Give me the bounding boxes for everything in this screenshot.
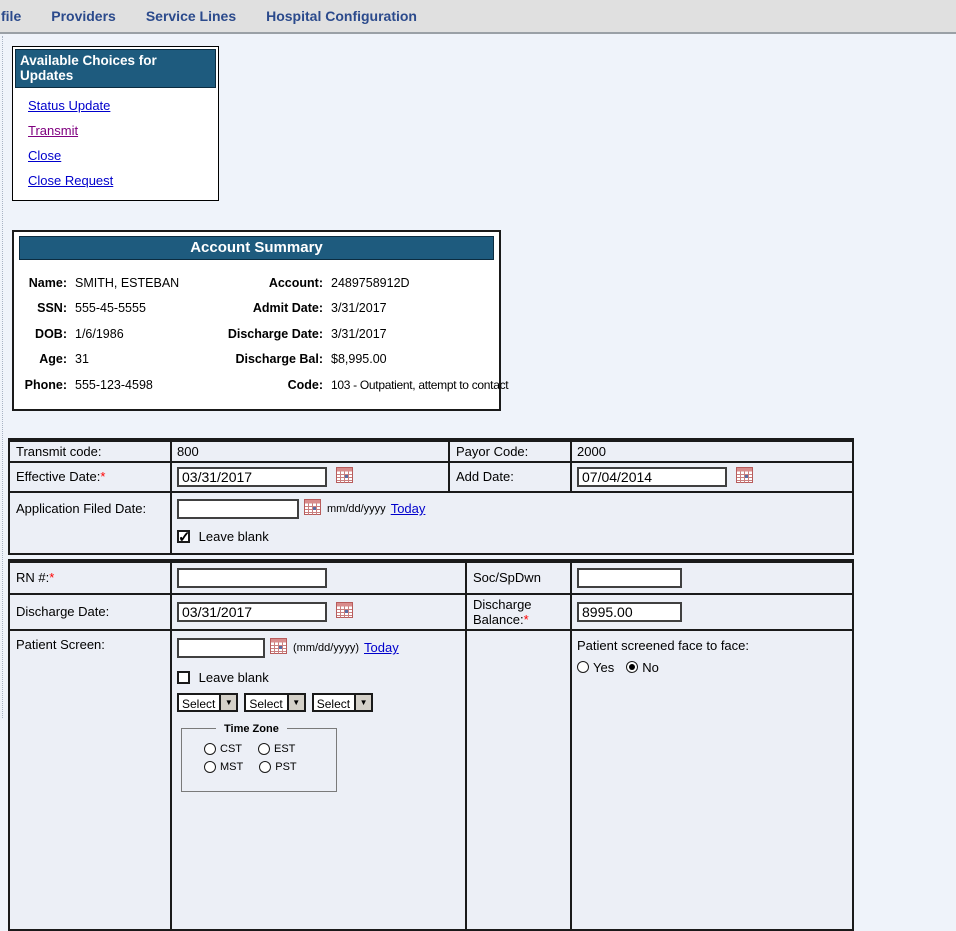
leave-blank-checkbox[interactable] [177,530,190,543]
top-nav: file Providers Service Lines Hospital Co… [0,0,956,34]
patient-detail-table: RN #:* Soc/SpDwn Discharge Date: Dischar… [8,559,854,931]
transmit-link[interactable]: Transmit [28,123,78,138]
face-to-face-label: Patient screened face to face: [577,636,847,653]
code-label: Code: [201,378,323,392]
date-format-hint: (mm/dd/yyyy) [293,642,359,654]
rn-number-input[interactable] [177,568,327,588]
patient-screen-date-input[interactable] [177,638,265,658]
time-zone-fieldset: Time Zone CST EST MST PST [181,723,337,792]
discharge-date-label: Discharge Date: [201,327,323,341]
status-update-link[interactable]: Status Update [28,98,110,113]
calendar-icon[interactable] [304,499,321,518]
discharge-date-field-label: Discharge Date: [9,594,171,630]
leave-blank-label: Leave blank [199,670,269,685]
timezone-label-est: EST [274,743,295,755]
discharge-date-input[interactable] [177,602,327,622]
effective-date-label: Effective Date:* [9,462,171,492]
dob-value: 1/6/1986 [75,327,193,341]
nav-item-hospital-configuration[interactable]: Hospital Configuration [266,8,417,24]
patient-screen-select-3[interactable]: Select ▼ [312,693,373,712]
application-filed-date-label: Application Filed Date: [9,492,171,554]
payor-code-label: Payor Code: [449,441,571,462]
chevron-down-icon: ▼ [287,695,304,710]
calendar-icon[interactable] [336,467,353,486]
age-value: 31 [75,352,193,366]
name-label: Name: [22,276,67,290]
soc-spdwn-label: Soc/SpDwn [466,562,571,594]
patient-screen-select-1[interactable]: Select ▼ [177,693,238,712]
account-value: 2489758912D [331,276,491,290]
account-label: Account: [201,276,323,290]
timezone-label-pst: PST [275,761,296,773]
date-format-hint: mm/dd/yyyy [327,503,386,515]
close-link[interactable]: Close [28,148,61,163]
face-to-face-radio-no[interactable] [626,661,638,673]
discharge-bal-label: Discharge Bal: [201,352,323,366]
ssn-value: 555-45-5555 [75,301,193,315]
add-date-input[interactable] [577,467,727,487]
summary-row: Phone: 555-123-4598 Code: 103 - Outpatie… [22,372,491,398]
nav-item-file[interactable]: file [1,8,21,24]
soc-spdwn-input[interactable] [577,568,682,588]
summary-row: DOB: 1/6/1986 Discharge Date: 3/31/2017 [22,321,491,347]
face-to-face-yes-label: Yes [593,660,614,675]
time-zone-legend: Time Zone [216,723,287,735]
timezone-label-mst: MST [220,761,243,773]
chevron-down-icon: ▼ [219,695,236,710]
patient-screen-label: Patient Screen: [9,630,171,930]
discharge-balance-input[interactable] [577,602,682,622]
timezone-radio-pst[interactable] [259,761,271,773]
application-filed-date-input[interactable] [177,499,299,519]
leave-blank-label: Leave blank [199,529,269,544]
account-summary-panel: Account Summary Name: SMITH, ESTEBAN Acc… [12,230,501,411]
available-choices-title: Available Choices for Updates [15,49,216,88]
phone-label: Phone: [22,378,67,392]
summary-row: Age: 31 Discharge Bal: $8,995.00 [22,347,491,373]
nav-item-providers[interactable]: Providers [51,8,116,24]
add-date-label: Add Date: [449,462,571,492]
calendar-icon[interactable] [270,638,287,657]
face-to-face-no-label: No [642,660,659,675]
dob-label: DOB: [22,327,67,341]
chevron-down-icon: ▼ [354,695,371,710]
phone-value: 555-123-4598 [75,378,193,392]
close-request-link[interactable]: Close Request [28,173,113,188]
code-value: 103 - Outpatient, attempt to contact [331,378,508,392]
admit-date-label: Admit Date: [201,301,323,315]
rn-number-label: RN #:* [9,562,171,594]
page-left-divider [2,36,3,718]
account-summary-title: Account Summary [19,236,494,260]
today-link[interactable]: Today [391,501,426,516]
discharge-date-value: 3/31/2017 [331,327,491,341]
transmit-code-value: 800 [171,441,449,462]
patient-screen-select-2[interactable]: Select ▼ [244,693,305,712]
patient-screen-leave-blank-checkbox[interactable] [177,671,190,684]
timezone-radio-est[interactable] [258,743,270,755]
timezone-radio-mst[interactable] [204,761,216,773]
face-to-face-radio-yes[interactable] [577,661,589,673]
account-summary-body: Name: SMITH, ESTEBAN Account: 2489758912… [14,264,499,398]
update-form: Transmit code: 800 Payor Code: 2000 Effe… [8,438,956,931]
timezone-label-cst: CST [220,743,242,755]
today-link[interactable]: Today [364,640,399,655]
ssn-label: SSN: [22,301,67,315]
empty-cell [466,630,571,930]
timezone-radio-cst[interactable] [204,743,216,755]
discharge-bal-value: $8,995.00 [331,352,491,366]
nav-item-service-lines[interactable]: Service Lines [146,8,236,24]
transmit-code-label: Transmit code: [9,441,171,462]
effective-date-input[interactable] [177,467,327,487]
age-label: Age: [22,352,67,366]
discharge-balance-label: Discharge Balance:* [466,594,571,630]
transmit-info-table: Transmit code: 800 Payor Code: 2000 Effe… [8,438,854,555]
payor-code-value: 2000 [571,441,853,462]
calendar-icon[interactable] [736,467,753,486]
name-value: SMITH, ESTEBAN [75,276,193,290]
calendar-icon[interactable] [336,602,353,621]
available-choices-panel: Available Choices for Updates Status Upd… [12,46,219,201]
admit-date-value: 3/31/2017 [331,301,491,315]
summary-row: SSN: 555-45-5555 Admit Date: 3/31/2017 [22,296,491,322]
summary-row: Name: SMITH, ESTEBAN Account: 2489758912… [22,270,491,296]
